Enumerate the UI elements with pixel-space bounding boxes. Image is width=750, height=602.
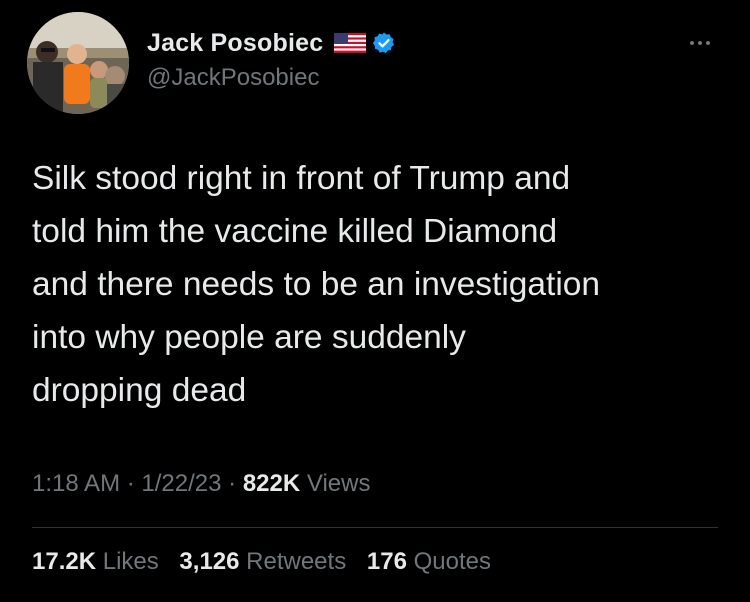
likes-count: 17.2K [32,548,97,575]
views-label: Views [306,470,371,497]
divider [32,527,718,528]
tweet-card: Jack Posobiec @JackPosobiec Silk stood r… [0,0,750,602]
tweet-metadata: 1:18 AM · 1/22/23 · 822K Views [32,470,370,498]
quotes-count: 176 [366,548,407,575]
more-dot [690,41,694,45]
more-options-icon[interactable] [684,36,716,50]
more-dot [706,41,710,45]
retweets-stat[interactable]: 3,126 Retweets [179,548,346,576]
tweet-text-line: dropping dead [32,372,247,409]
more-dot [698,41,702,45]
quotes-stat[interactable]: 176 Quotes [367,548,491,576]
engagement-stats: 17.2K Likes 3,126 Retweets 176 Quotes [32,548,505,576]
tweet-text-line: told him the vaccine killed Diamond [32,213,558,250]
separator: · [228,470,237,497]
quotes-label: Quotes [413,548,491,575]
likes-label: Likes [102,548,159,575]
retweets-count: 3,126 [179,548,240,575]
retweets-label: Retweets [246,548,347,575]
tweet-text-line: Silk stood right in front of Trump and [32,160,571,197]
tweet-text-line: into why people are suddenly [32,319,466,356]
tweet-time[interactable]: 1:18 AM [32,470,120,497]
likes-stat[interactable]: 17.2K Likes [32,548,159,576]
separator: · [126,470,135,497]
display-name-row: Jack Posobiec [147,26,396,60]
user-handle[interactable]: @JackPosobiec [147,64,319,92]
avatar[interactable] [27,12,129,114]
display-name[interactable]: Jack Posobiec [147,29,323,58]
views-count: 822K [242,470,301,497]
verified-badge-icon [372,31,396,55]
tweet-date[interactable]: 1/22/23 [141,470,221,497]
us-flag-icon [334,33,367,53]
avatar-photo-icon [27,12,129,114]
tweet-text-line: and there needs to be an investigation [32,266,601,303]
tweet-text: Silk stood right in front of Trump and t… [32,152,732,417]
